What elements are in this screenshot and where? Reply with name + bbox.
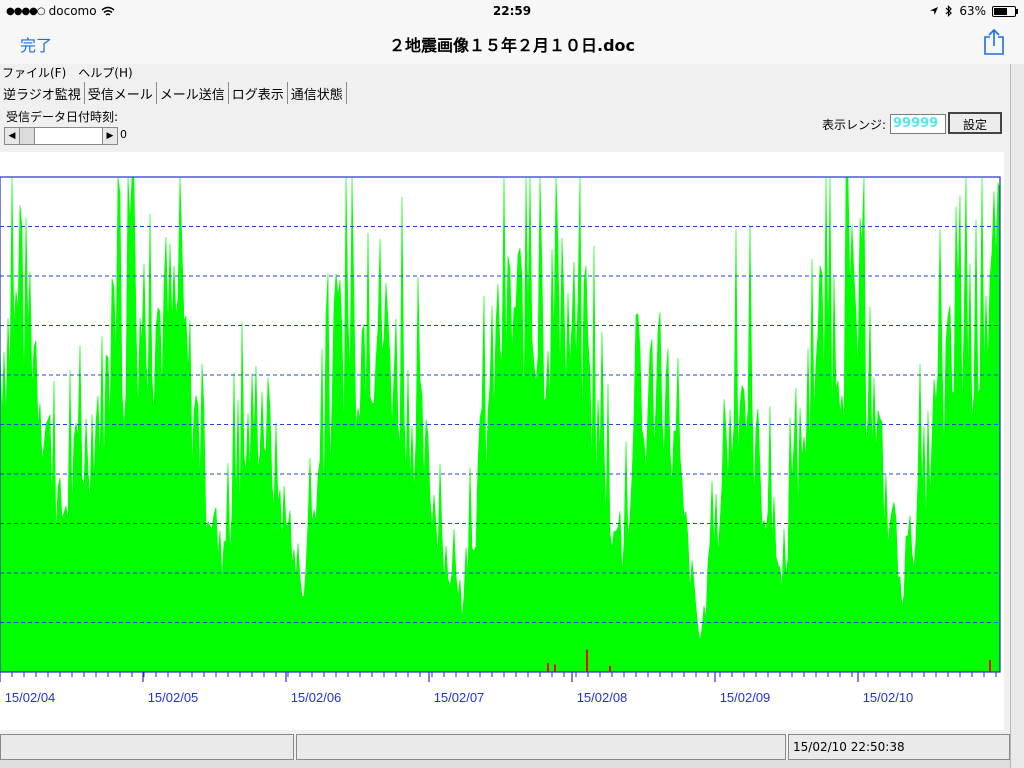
x-tick-label: 15/02/05 [148, 690, 199, 705]
menu-bar: ファイル(F) ヘルプ(H) [0, 64, 133, 80]
display-range-input[interactable]: 99999 [890, 114, 946, 134]
status-pane-2 [296, 734, 786, 760]
location-icon [930, 7, 939, 15]
window-right-edge [1010, 64, 1024, 768]
x-tick-label: 15/02/07 [434, 690, 485, 705]
time-scrollbar[interactable]: ◀ ▶ [4, 127, 118, 145]
seismic-chart: 15/02/04 15/02/05 15/02/06 15/02/07 15/02/08… [0, 176, 1001, 705]
document-title: ２地震画像１５年２月１０日.doc [388, 36, 635, 55]
battery-percent: 63% [959, 4, 986, 18]
bluetooth-icon [945, 5, 953, 17]
received-time-label: 受信データ日付時刻: [6, 110, 119, 124]
status-right: 63% [929, 4, 1018, 18]
scroll-value: 0 [120, 128, 127, 141]
menu-file[interactable]: ファイル(F) [2, 64, 66, 80]
status-line: 15/02/10 22:50:38 [0, 734, 1010, 760]
scroll-left-icon[interactable]: ◀ [5, 128, 20, 144]
navigation-bar: 完了 ２地震画像１５年２月１０日.doc [0, 22, 1024, 65]
scroll-thumb[interactable] [20, 128, 35, 144]
status-pane-datetime: 15/02/10 22:50:38 [788, 734, 1010, 760]
tab-send-mail[interactable]: メール送信 [157, 82, 229, 104]
x-tick-label: 15/02/10 [863, 690, 914, 705]
scroll-right-icon[interactable]: ▶ [102, 128, 117, 144]
share-icon[interactable] [982, 28, 1006, 56]
x-tick-label: 15/02/06 [291, 690, 342, 705]
tab-log-view[interactable]: ログ表示 [229, 82, 288, 104]
set-button[interactable]: 設定 [948, 112, 1002, 134]
clock: 22:59 [492, 4, 532, 18]
menu-help[interactable]: ヘルプ(H) [78, 64, 132, 80]
status-pane-1 [0, 734, 294, 760]
x-tick-label: 15/02/08 [577, 690, 628, 705]
display-range-label: 表示レンジ: [822, 118, 887, 132]
tab-comm-status[interactable]: 通信状態 [288, 82, 347, 104]
app-window: ファイル(F) ヘルプ(H) 逆ラジオ監視 受信メール メール送信 ログ表示 通… [0, 64, 1010, 768]
tab-strip: 逆ラジオ監視 受信メール メール送信 ログ表示 通信状態 [0, 82, 347, 104]
tab-radio-monitor[interactable]: 逆ラジオ監視 [0, 82, 85, 104]
x-tick-label: 15/02/04 [5, 690, 56, 705]
battery-icon [992, 5, 1018, 17]
tab-received-mail[interactable]: 受信メール [85, 82, 157, 104]
x-tick-label: 15/02/09 [720, 690, 771, 705]
battery-fill [994, 7, 1007, 15]
chart-area: 15/02/04 15/02/05 15/02/06 15/02/07 15/02/08… [0, 152, 1004, 730]
ios-status-bar: ●●●●○ docomo 22:59 63% [0, 0, 1024, 22]
taskbar-strip [0, 760, 1010, 768]
